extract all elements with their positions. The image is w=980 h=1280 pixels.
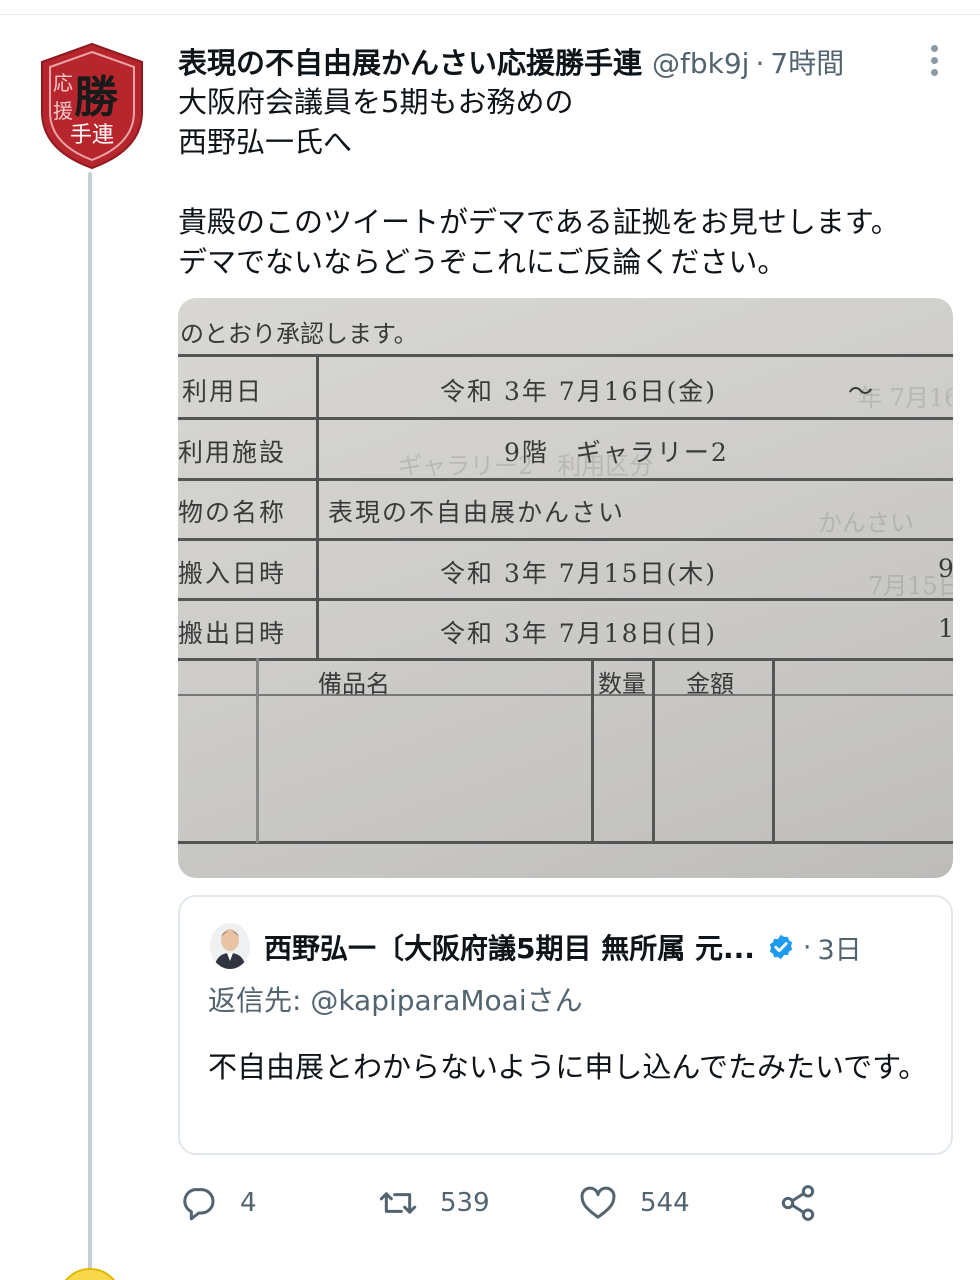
shield-logo-icon: 応 援 勝 手連 bbox=[41, 42, 143, 170]
doc-rule bbox=[178, 417, 953, 420]
tweet-time[interactable]: 7時間 bbox=[770, 42, 844, 80]
quoted-time[interactable]: 3日 bbox=[817, 928, 861, 967]
retweet-count: 539 bbox=[440, 1188, 490, 1218]
doc-header-text: のとおり承認します。 bbox=[180, 320, 418, 348]
person-avatar-icon bbox=[210, 923, 250, 969]
retweet-button[interactable]: 539 bbox=[378, 1178, 490, 1228]
tweet-actions: 4 539 544 bbox=[178, 1178, 938, 1228]
like-button[interactable]: 544 bbox=[578, 1178, 690, 1228]
quoted-author-avatar[interactable] bbox=[210, 923, 250, 969]
doc-row-extra: 9 bbox=[938, 554, 953, 583]
tweet-text: 大阪府会議員を5期もお務めの 西野弘一氏へ 貴殿のこのツイートがデマである証拠を… bbox=[178, 82, 958, 282]
tweet-text-line: デマでないならどうぞこれにご反論ください。 bbox=[178, 245, 787, 279]
doc-row-label: 物の名称 bbox=[178, 498, 287, 527]
separator-dot: · bbox=[802, 931, 812, 963]
doc-column-rule bbox=[256, 658, 259, 843]
tweet-text-line bbox=[178, 162, 958, 202]
doc-row-label: 利用日 bbox=[182, 377, 264, 406]
doc-column-rule bbox=[652, 658, 655, 843]
author-handle[interactable]: @fbk9j bbox=[652, 47, 749, 80]
next-tweet-avatar[interactable] bbox=[58, 1268, 122, 1280]
doc-row-label: 搬入日時 bbox=[178, 559, 287, 588]
doc-row-label: 搬出日時 bbox=[178, 619, 287, 648]
doc-rule bbox=[178, 354, 953, 357]
tweet-photo[interactable]: 年 7月16日(金) ギャラリー2 利用区分 かんさい 7月15日(木) のとお… bbox=[178, 298, 953, 878]
more-options-icon[interactable] bbox=[922, 42, 946, 76]
doc-rule bbox=[178, 694, 953, 696]
doc-table-header: 備品名 bbox=[318, 670, 390, 698]
doc-row-value: 9階 ギャラリー2 bbox=[504, 438, 729, 467]
ghost-text: かんさい bbox=[818, 509, 914, 537]
thread-line bbox=[88, 172, 92, 1272]
svg-text:応: 応 bbox=[53, 71, 73, 95]
doc-column-rule bbox=[772, 658, 775, 843]
quoted-header: 西野弘一〔大阪府議5期目 無所属 元... · 3日 bbox=[264, 927, 944, 967]
svg-text:手連: 手連 bbox=[70, 123, 114, 148]
reply-button[interactable]: 4 bbox=[178, 1178, 257, 1228]
doc-row-value: 令和 3年 7月18日(日) bbox=[440, 619, 718, 648]
svg-text:援: 援 bbox=[53, 99, 73, 123]
reply-count: 4 bbox=[240, 1188, 257, 1218]
doc-table-header: 金額 bbox=[686, 670, 734, 698]
author-avatar[interactable]: 応 援 勝 手連 bbox=[38, 42, 146, 170]
quoted-text: 不自由展とわからないように申し込んでたみたいです。 bbox=[208, 1050, 928, 1084]
reply-to-label[interactable]: 返信先: @kapiparaMoaiさん bbox=[208, 979, 583, 1019]
doc-rule bbox=[178, 538, 953, 541]
doc-row-value: 令和 3年 7月16日(金) bbox=[440, 377, 718, 406]
tweet-text-line: 西野弘一氏へ bbox=[178, 125, 353, 159]
doc-row-extra: 1 bbox=[938, 614, 953, 643]
top-divider bbox=[0, 14, 980, 15]
doc-column-rule bbox=[316, 354, 319, 660]
doc-row-extra: ～ bbox=[848, 377, 876, 406]
heart-icon bbox=[580, 1186, 616, 1219]
doc-row-value: 令和 3年 7月15日(木) bbox=[440, 559, 718, 588]
document-photo: 年 7月16日(金) ギャラリー2 利用区分 かんさい 7月15日(木) のとお… bbox=[178, 298, 953, 878]
doc-rule bbox=[178, 841, 953, 844]
tweet-text-line: 大阪府会議員を5期もお務めの bbox=[178, 85, 574, 119]
doc-rule bbox=[178, 478, 953, 481]
doc-table-header: 数量 bbox=[598, 670, 646, 698]
tweet-text-line: 貴殿のこのツイートがデマである証拠をお見せします。 bbox=[178, 205, 900, 239]
separator-dot: · bbox=[755, 47, 765, 80]
author-name[interactable]: 表現の不自由展かんさい応援勝手連 bbox=[178, 40, 642, 80]
tweet-header: 表現の不自由展かんさい応援勝手連 @fbk9j · 7時間 bbox=[178, 40, 878, 80]
quoted-tweet[interactable]: 西野弘一〔大阪府議5期目 無所属 元... · 3日 返信先: @kapipar… bbox=[178, 895, 953, 1155]
svg-text:勝: 勝 bbox=[74, 72, 119, 123]
reply-icon bbox=[183, 1188, 215, 1221]
share-button[interactable] bbox=[778, 1178, 818, 1228]
doc-row-label: 利用施設 bbox=[178, 438, 287, 467]
doc-column-rule bbox=[591, 658, 594, 843]
like-count: 544 bbox=[640, 1188, 690, 1218]
quoted-author-name[interactable]: 西野弘一〔大阪府議5期目 無所属 元... bbox=[264, 927, 755, 967]
doc-rule bbox=[178, 658, 953, 661]
share-icon bbox=[781, 1185, 815, 1221]
retweet-icon bbox=[379, 1192, 417, 1214]
doc-row-value: 表現の不自由展かんさい bbox=[328, 498, 626, 527]
doc-rule bbox=[178, 598, 953, 601]
verified-badge-icon bbox=[769, 934, 793, 960]
